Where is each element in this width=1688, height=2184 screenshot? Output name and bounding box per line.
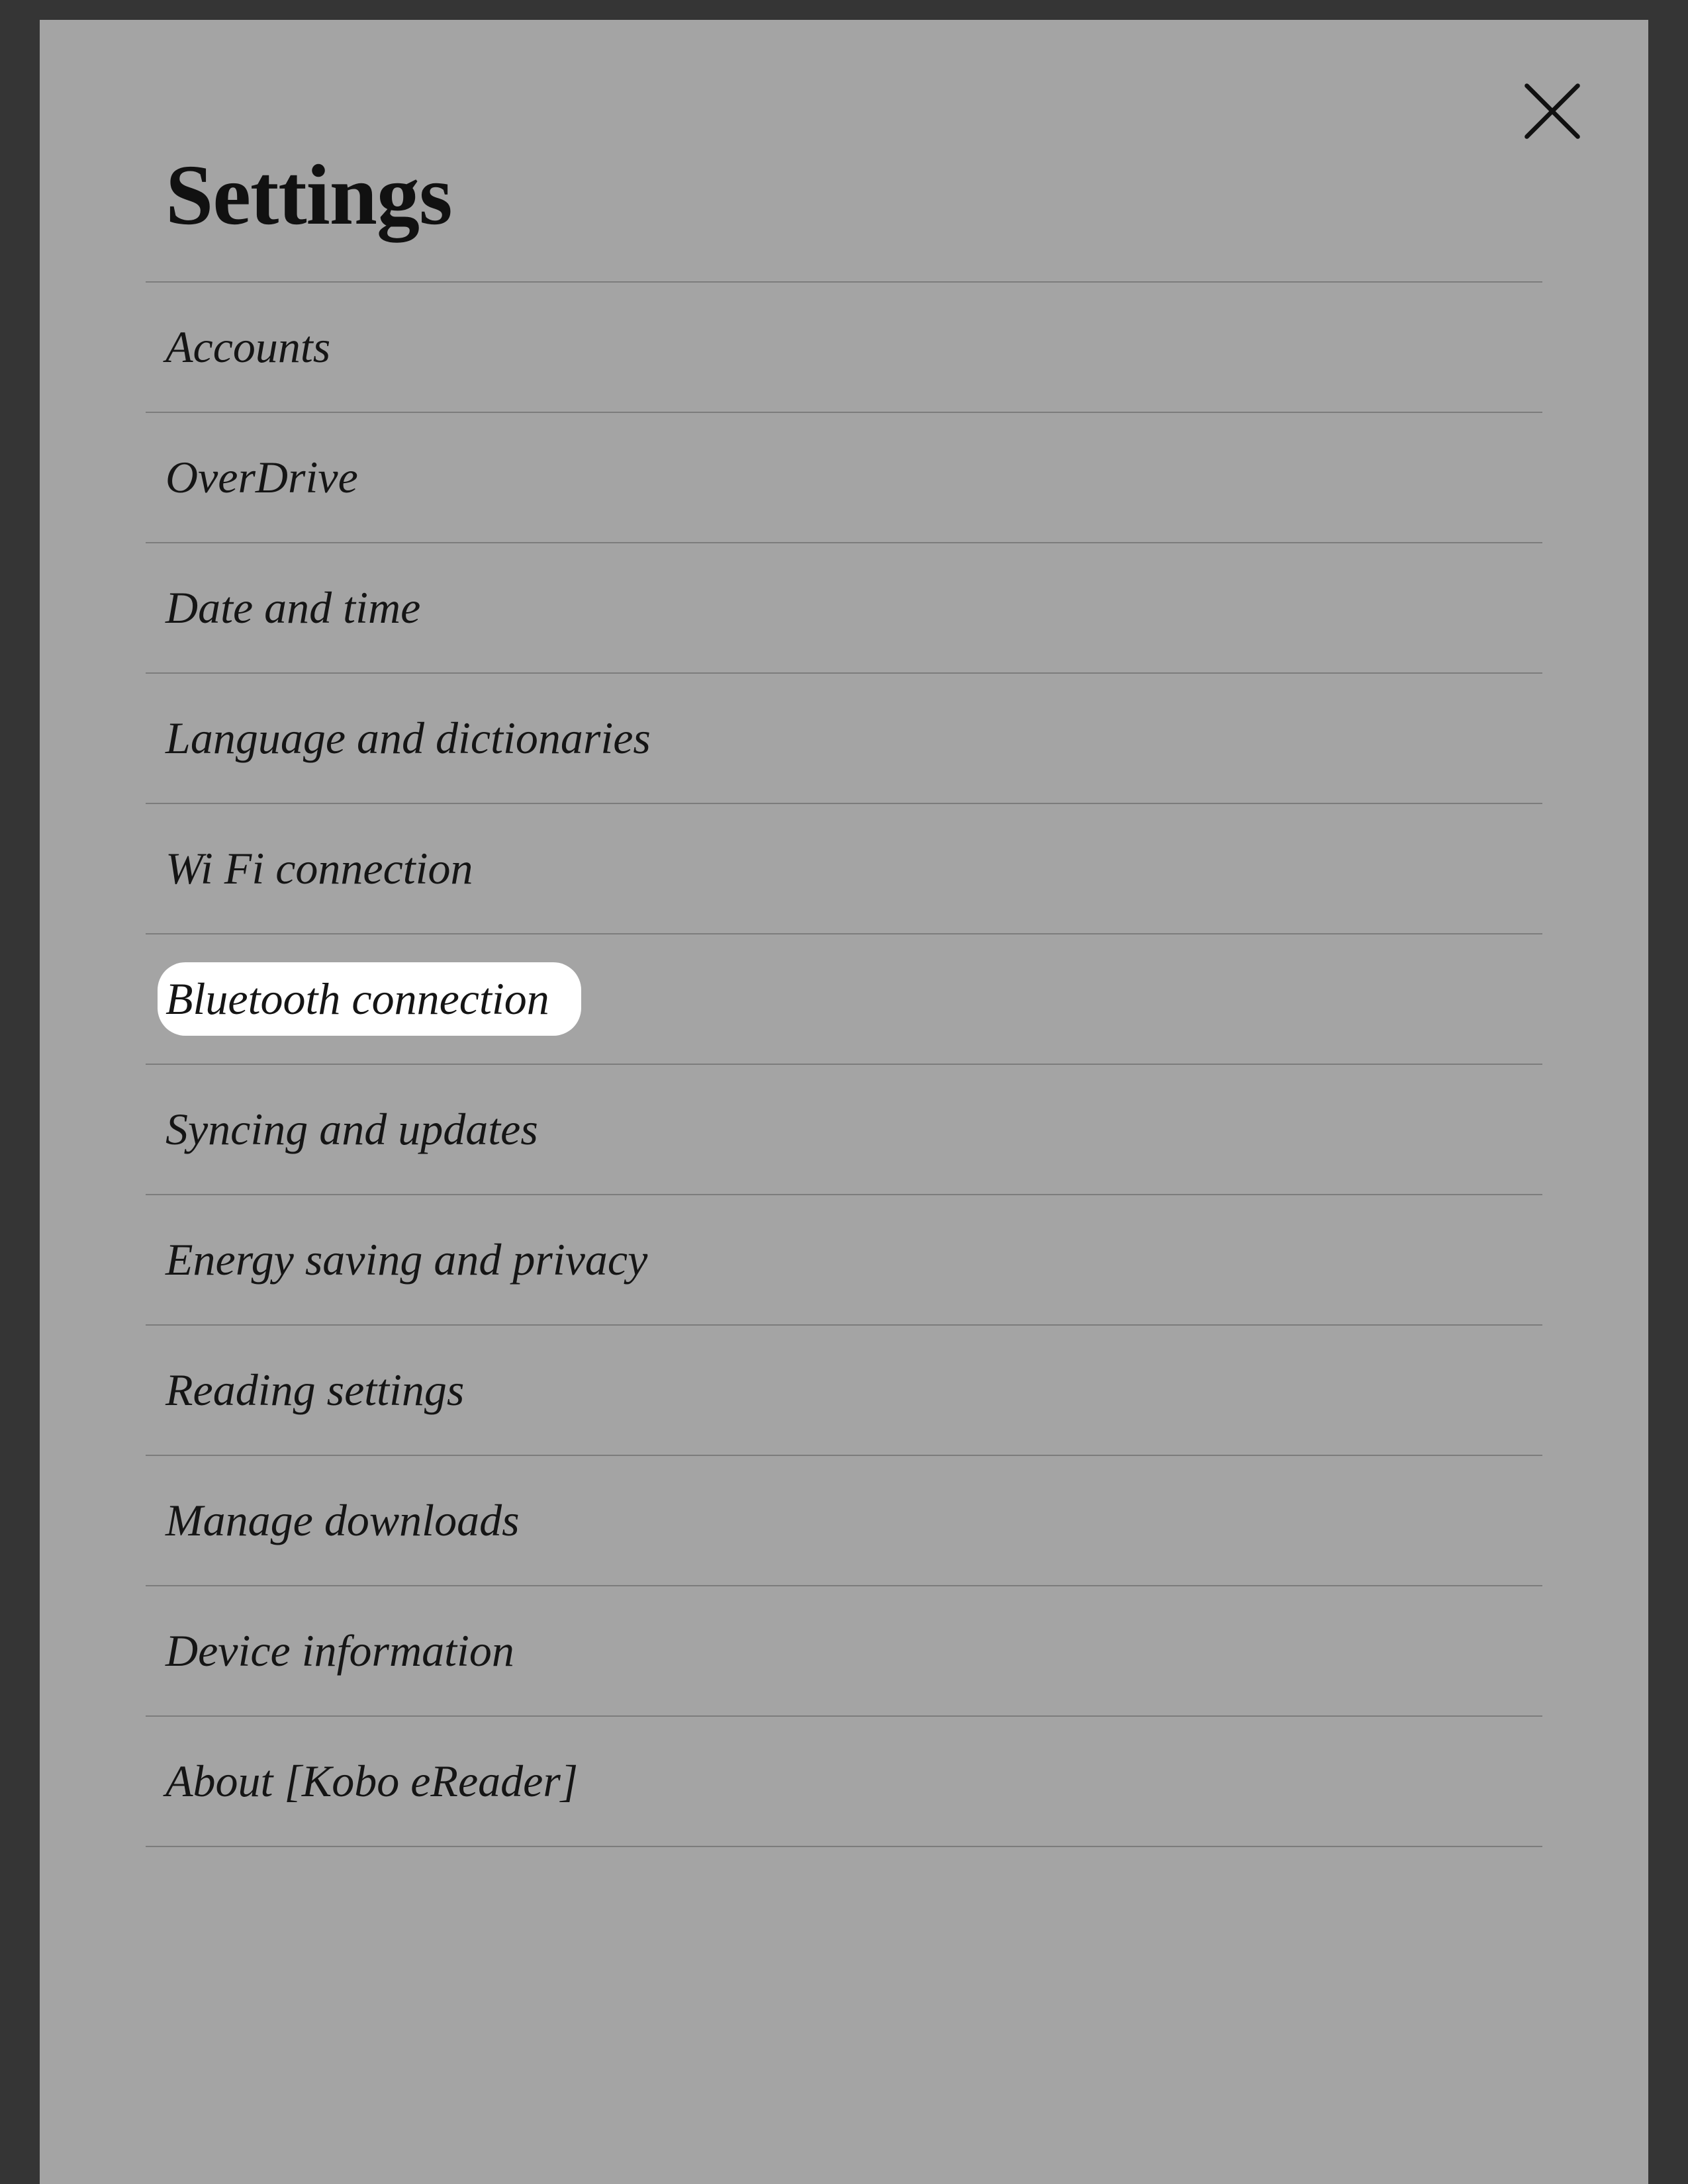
settings-item-label: Bluetooth connection (158, 962, 581, 1036)
settings-item[interactable]: Language and dictionaries (146, 674, 1542, 804)
close-button[interactable] (1516, 76, 1589, 149)
settings-item[interactable]: Syncing and updates (146, 1065, 1542, 1195)
settings-item-label: Energy saving and privacy (165, 1234, 647, 1286)
settings-item[interactable]: Accounts (146, 283, 1542, 413)
settings-item[interactable]: Device information (146, 1586, 1542, 1717)
settings-item-label: Syncing and updates (165, 1103, 538, 1156)
settings-item-label: About [Kobo eReader] (165, 1755, 578, 1807)
page-title: Settings (165, 146, 1542, 245)
settings-item-label: Date and time (165, 582, 420, 634)
settings-item[interactable]: Date and time (146, 543, 1542, 674)
settings-panel: Settings Accounts OverDrive Date and time L… (40, 20, 1648, 2184)
settings-item[interactable]: Wi Fi connection (146, 804, 1542, 934)
settings-item[interactable]: Manage downloads (146, 1456, 1542, 1586)
settings-item-label: Device information (165, 1625, 514, 1677)
settings-item[interactable]: Energy saving and privacy (146, 1195, 1542, 1326)
settings-list: Accounts OverDrive Date and time Language a… (146, 281, 1542, 1847)
settings-item-label: OverDrive (165, 451, 358, 504)
settings-item[interactable]: OverDrive (146, 413, 1542, 543)
settings-item-label: Manage downloads (165, 1494, 520, 1547)
settings-item[interactable]: Bluetooth connection (146, 934, 1542, 1065)
settings-item-label: Language and dictionaries (165, 712, 651, 764)
settings-item[interactable]: Reading settings (146, 1326, 1542, 1456)
settings-item[interactable]: About [Kobo eReader] (146, 1717, 1542, 1847)
settings-item-label: Wi Fi connection (165, 842, 473, 895)
close-icon (1516, 75, 1589, 151)
settings-item-label: Accounts (165, 321, 330, 373)
settings-item-label: Reading settings (165, 1364, 464, 1416)
